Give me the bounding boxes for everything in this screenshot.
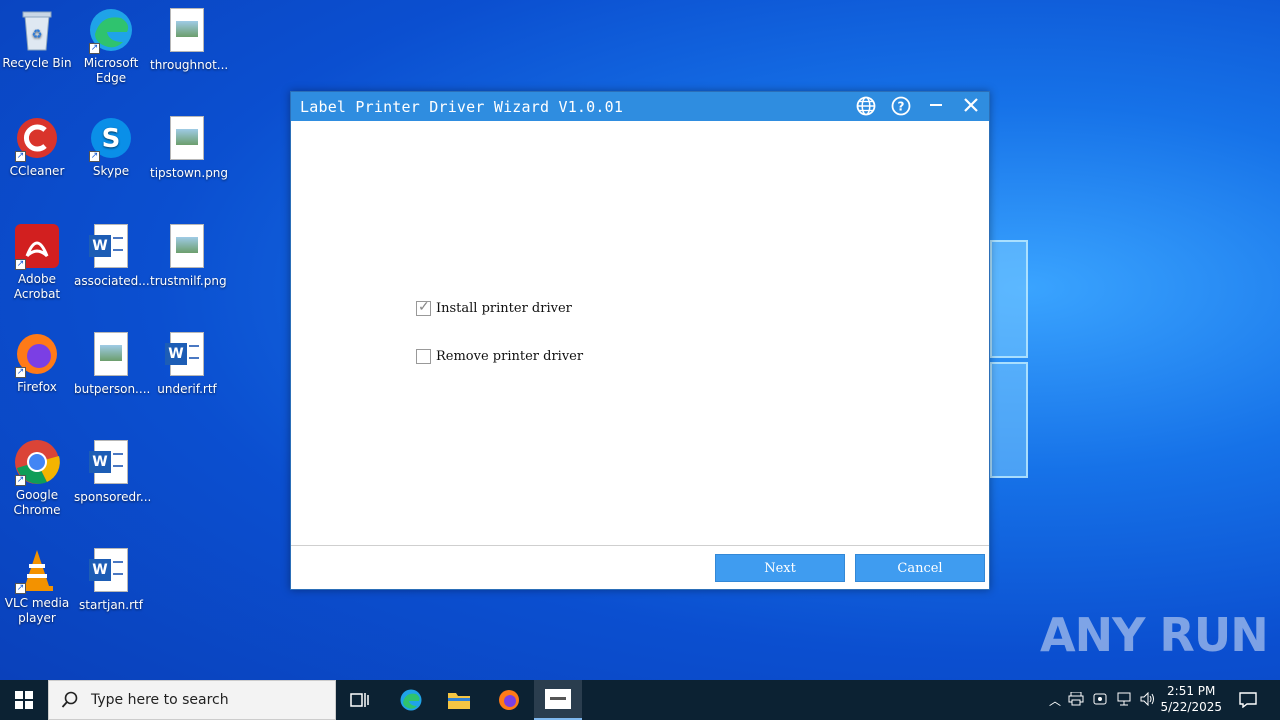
remove-driver-checkbox[interactable] (416, 349, 431, 364)
install-driver-checkbox[interactable] (416, 299, 431, 316)
desktop-icon-underif[interactable]: W underif.rtf (150, 330, 224, 397)
dialog-footer: Next Cancel (291, 545, 989, 589)
desktop-icon-microsoft-edge[interactable]: ↗ Microsoft Edge (74, 6, 148, 86)
cancel-button[interactable]: Cancel (855, 554, 985, 582)
shortcut-arrow-icon: ↗ (15, 583, 26, 594)
chrome-icon: ↗ (13, 438, 61, 486)
action-center-button[interactable] (1232, 680, 1264, 720)
folder-icon (448, 693, 470, 709)
clock-date: 5/22/2025 (1160, 700, 1222, 714)
taskbar: Type here to search ︿ 2:51 PM 5/22/2025 (0, 680, 1280, 720)
image-file-icon (87, 332, 135, 380)
chevron-up-icon[interactable]: ︿ (1046, 692, 1064, 709)
close-icon[interactable] (958, 95, 984, 117)
desktop-icon-throughnot[interactable]: throughnot... (150, 6, 228, 73)
option-remove-driver[interactable]: Remove printer driver (416, 349, 583, 364)
desktop-icon-tipstown[interactable]: tipstown.png (150, 114, 228, 181)
printer-icon[interactable] (1064, 691, 1088, 709)
word-document-icon: W (163, 332, 211, 380)
language-globe-icon[interactable] (853, 95, 879, 117)
shortcut-arrow-icon: ↗ (89, 151, 100, 162)
image-file-icon (163, 8, 211, 56)
skype-icon: S ↗ (87, 114, 135, 162)
acrobat-icon: ↗ (13, 222, 61, 270)
sync-icon[interactable] (1088, 692, 1112, 709)
dialog-body: Install printer driver Remove printer dr… (291, 121, 989, 545)
svg-text:S: S (102, 124, 121, 154)
vlc-cone-icon: ↗ (13, 546, 61, 594)
shortcut-arrow-icon: ↗ (15, 259, 26, 270)
taskbar-edge[interactable] (392, 680, 430, 720)
taskbar-firefox[interactable] (490, 680, 528, 720)
svg-text:♻: ♻ (32, 27, 43, 41)
task-view-icon (350, 693, 369, 707)
task-view-button[interactable] (342, 680, 378, 720)
dialog-titlebar[interactable]: Label Printer Driver Wizard V1.0.01 ? (291, 92, 989, 121)
desktop-icon-vlc[interactable]: ↗ VLC media player (0, 546, 74, 626)
network-icon[interactable] (1112, 692, 1136, 709)
driver-wizard-app-icon (545, 689, 571, 709)
desktop-icon-associated-doc[interactable]: W associated... (74, 222, 150, 289)
start-button[interactable] (0, 680, 48, 720)
edge-icon (400, 689, 422, 711)
driver-wizard-dialog: Label Printer Driver Wizard V1.0.01 ? In… (290, 91, 990, 590)
recycle-bin-icon: ♻ (13, 6, 61, 54)
image-file-icon (163, 116, 211, 164)
volume-icon[interactable] (1136, 691, 1160, 709)
option-install-driver[interactable]: Install printer driver (416, 299, 572, 316)
shortcut-arrow-icon: ↗ (15, 475, 26, 486)
edge-icon: ↗ (87, 6, 135, 54)
shortcut-arrow-icon: ↗ (15, 151, 26, 162)
taskbar-file-explorer[interactable] (440, 680, 478, 720)
help-icon[interactable]: ? (888, 95, 914, 117)
desktop-icon-startjan[interactable]: W startjan.rtf (74, 546, 148, 613)
word-document-icon: W (87, 440, 135, 488)
desktop-icon-recycle-bin[interactable]: ♻ Recycle Bin (0, 6, 74, 71)
anyrun-watermark: ANY RUN (1040, 608, 1269, 662)
clock-time: 2:51 PM (1167, 684, 1216, 698)
windows-start-icon (15, 691, 33, 709)
remove-driver-label: Remove printer driver (436, 349, 584, 364)
word-document-icon: W (87, 548, 135, 596)
desktop-icon-skype[interactable]: S ↗ Skype (74, 114, 148, 179)
taskbar-driver-wizard[interactable] (534, 680, 582, 720)
word-document-icon: W (87, 224, 135, 272)
desktop-icon-sponsoredr[interactable]: W sponsoredr... (74, 438, 151, 505)
shortcut-arrow-icon: ↗ (89, 43, 100, 54)
minimize-icon[interactable] (923, 95, 949, 117)
taskbar-search-box[interactable]: Type here to search (48, 680, 336, 720)
shortcut-arrow-icon: ↗ (15, 367, 26, 378)
firefox-icon (499, 690, 519, 710)
system-tray: ︿ (1046, 680, 1166, 720)
desktop-icon-trustmilf[interactable]: trustmilf.png (150, 222, 227, 289)
firefox-icon: ↗ (13, 330, 61, 378)
taskbar-clock[interactable]: 2:51 PM 5/22/2025 (1160, 683, 1222, 715)
image-file-icon (163, 224, 211, 272)
desktop-icon-butperson[interactable]: butperson.... (74, 330, 150, 397)
notification-icon (1239, 692, 1257, 708)
desktop-icon-ccleaner[interactable]: ↗ CCleaner (0, 114, 74, 179)
desktop-icon-firefox[interactable]: ↗ Firefox (0, 330, 74, 395)
next-button[interactable]: Next (715, 554, 845, 582)
install-driver-label: Install printer driver (436, 301, 572, 316)
desktop-icon-google-chrome[interactable]: ↗ Google Chrome (0, 438, 74, 518)
svg-text:?: ? (898, 100, 905, 114)
desktop-icon-adobe-acrobat[interactable]: ↗ Adobe Acrobat (0, 222, 74, 302)
ccleaner-icon: ↗ (13, 114, 61, 162)
dialog-title: Label Printer Driver Wizard V1.0.01 (300, 98, 624, 116)
search-placeholder: Type here to search (91, 692, 229, 708)
search-icon (61, 691, 78, 708)
